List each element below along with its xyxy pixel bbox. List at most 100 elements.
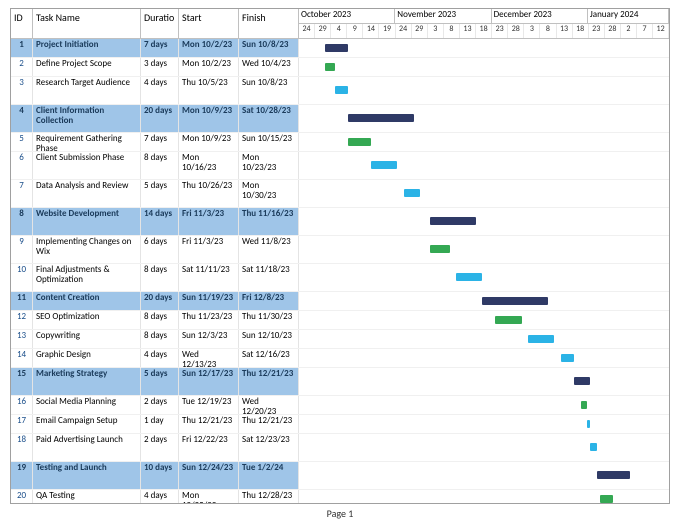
day-tick: 29 bbox=[315, 24, 331, 38]
table-row[interactable]: 1Project Initiation7 daysMon 10/2/23Sun … bbox=[11, 39, 669, 58]
cell-finish: Sat 11/18/23 bbox=[239, 264, 299, 291]
table-row[interactable]: 14Graphic Design4 daysWed 12/13/23Sat 12… bbox=[11, 349, 669, 368]
cell-name: Project Initiation bbox=[33, 39, 141, 57]
table-row[interactable]: 18Paid Advertising Launch2 daysFri 12/22… bbox=[11, 434, 669, 462]
task-bar[interactable] bbox=[581, 401, 588, 409]
table-row[interactable]: 3Research Target Audience4 daysThu 10/5/… bbox=[11, 77, 669, 105]
cell-name: Social Media Planning bbox=[33, 396, 141, 414]
cell-id: 5 bbox=[11, 133, 33, 151]
task-bar[interactable] bbox=[430, 245, 450, 253]
table-row[interactable]: 13Copywriting8 daysSun 12/3/23Sun 12/10/… bbox=[11, 330, 669, 349]
summary-bar[interactable] bbox=[430, 217, 476, 225]
day-tick: 4 bbox=[331, 24, 347, 38]
cell-name: Website Development bbox=[33, 208, 141, 235]
col-header-duration: Duratio bbox=[141, 9, 179, 38]
table-row[interactable]: 9Implementing Changes on Wix6 daysFri 11… bbox=[11, 236, 669, 264]
timeline-cell bbox=[299, 152, 669, 179]
task-bar[interactable] bbox=[590, 443, 597, 451]
cell-start: Mon 10/2/23 bbox=[179, 58, 239, 76]
cell-duration: 5 days bbox=[141, 180, 179, 207]
table-row[interactable]: 20QA Testing4 daysMon 12/25/23Thu 12/28/… bbox=[11, 490, 669, 503]
cell-duration: 14 days bbox=[141, 208, 179, 235]
task-bar[interactable] bbox=[561, 354, 574, 362]
table-row[interactable]: 12SEO Optimization8 daysThu 11/23/23Thu … bbox=[11, 311, 669, 330]
timeline-cell bbox=[299, 462, 669, 489]
cell-finish: Sat 10/28/23 bbox=[239, 105, 299, 132]
day-tick: 14 bbox=[363, 24, 379, 38]
summary-bar[interactable] bbox=[482, 297, 547, 305]
cell-duration: 8 days bbox=[141, 330, 179, 348]
day-tick: 13 bbox=[557, 24, 573, 38]
month-header: October 2023 bbox=[299, 9, 395, 23]
day-tick: 19 bbox=[379, 24, 395, 38]
table-row[interactable]: 5Requirement Gathering Phase7 daysMon 10… bbox=[11, 133, 669, 152]
cell-id: 13 bbox=[11, 330, 33, 348]
task-bar[interactable] bbox=[348, 138, 371, 146]
cell-name: Testing and Launch bbox=[33, 462, 141, 489]
table-row[interactable]: 6Client Submission Phase8 daysMon 10/16/… bbox=[11, 152, 669, 180]
cell-duration: 8 days bbox=[141, 311, 179, 329]
task-bar[interactable] bbox=[600, 495, 613, 503]
cell-duration: 20 days bbox=[141, 292, 179, 310]
task-bar[interactable] bbox=[371, 161, 397, 169]
cell-finish: Fri 12/8/23 bbox=[239, 292, 299, 310]
table-row[interactable]: 7Data Analysis and Review5 daysThu 10/26… bbox=[11, 180, 669, 208]
cell-name: Content Creation bbox=[33, 292, 141, 310]
day-tick: 29 bbox=[412, 24, 428, 38]
timeline-cell bbox=[299, 415, 669, 433]
cell-id: 11 bbox=[11, 292, 33, 310]
cell-duration: 2 days bbox=[141, 396, 179, 414]
cell-finish: Wed 11/8/23 bbox=[239, 236, 299, 263]
cell-finish: Thu 12/21/23 bbox=[239, 368, 299, 395]
cell-duration: 20 days bbox=[141, 105, 179, 132]
cell-id: 2 bbox=[11, 58, 33, 76]
timeline-cell bbox=[299, 180, 669, 207]
day-tick: 18 bbox=[573, 24, 589, 38]
cell-id: 9 bbox=[11, 236, 33, 263]
cell-duration: 4 days bbox=[141, 490, 179, 503]
table-row[interactable]: 8Website Development14 daysFri 11/3/23Th… bbox=[11, 208, 669, 236]
summary-bar[interactable] bbox=[325, 44, 348, 52]
cell-finish: Sun 10/8/23 bbox=[239, 77, 299, 104]
cell-name: Final Adjustments & Optimization bbox=[33, 264, 141, 291]
cell-finish: Sun 10/15/23 bbox=[239, 133, 299, 151]
timeline-cell bbox=[299, 133, 669, 151]
page-footer: Page 1 bbox=[10, 504, 670, 520]
cell-name: Data Analysis and Review bbox=[33, 180, 141, 207]
table-row[interactable]: 11Content Creation20 daysSun 11/19/23Fri… bbox=[11, 292, 669, 311]
task-bar[interactable] bbox=[528, 335, 554, 343]
task-bar[interactable] bbox=[456, 273, 482, 281]
timeline-header: October 2023November 2023December 2023Ja… bbox=[299, 9, 669, 38]
summary-bar[interactable] bbox=[348, 114, 413, 122]
cell-duration: 8 days bbox=[141, 264, 179, 291]
cell-id: 3 bbox=[11, 77, 33, 104]
table-row[interactable]: 4Client Information Collection20 daysMon… bbox=[11, 105, 669, 133]
cell-finish: Wed 10/4/23 bbox=[239, 58, 299, 76]
cell-name: Research Target Audience bbox=[33, 77, 141, 104]
table-row[interactable]: 17Email Campaign Setup1 dayThu 12/21/23T… bbox=[11, 415, 669, 434]
task-bar[interactable] bbox=[335, 86, 348, 94]
table-row[interactable]: 16Social Media Planning2 daysTue 12/19/2… bbox=[11, 396, 669, 415]
cell-name: Email Campaign Setup bbox=[33, 415, 141, 433]
month-header: December 2023 bbox=[492, 9, 588, 23]
summary-bar[interactable] bbox=[597, 471, 630, 479]
summary-bar[interactable] bbox=[574, 377, 590, 385]
cell-id: 15 bbox=[11, 368, 33, 395]
table-row[interactable]: 10Final Adjustments & Optimization8 days… bbox=[11, 264, 669, 292]
timeline-cell bbox=[299, 39, 669, 57]
table-row[interactable]: 15Marketing Strategy5 daysSun 12/17/23Th… bbox=[11, 368, 669, 396]
table-row[interactable]: 2Define Project Scope3 daysMon 10/2/23We… bbox=[11, 58, 669, 77]
table-row[interactable]: 19Testing and Launch10 daysSun 12/24/23T… bbox=[11, 462, 669, 490]
day-tick: 8 bbox=[540, 24, 556, 38]
month-header: November 2023 bbox=[395, 9, 491, 23]
task-bar[interactable] bbox=[404, 189, 420, 197]
timeline-cell bbox=[299, 368, 669, 395]
day-tick: 13 bbox=[460, 24, 476, 38]
cell-name: Define Project Scope bbox=[33, 58, 141, 76]
task-bar[interactable] bbox=[325, 63, 335, 71]
task-bar[interactable] bbox=[495, 316, 521, 324]
task-bar[interactable] bbox=[587, 420, 590, 428]
cell-finish: Thu 11/30/23 bbox=[239, 311, 299, 329]
cell-id: 16 bbox=[11, 396, 33, 414]
col-header-start: Start bbox=[179, 9, 239, 38]
